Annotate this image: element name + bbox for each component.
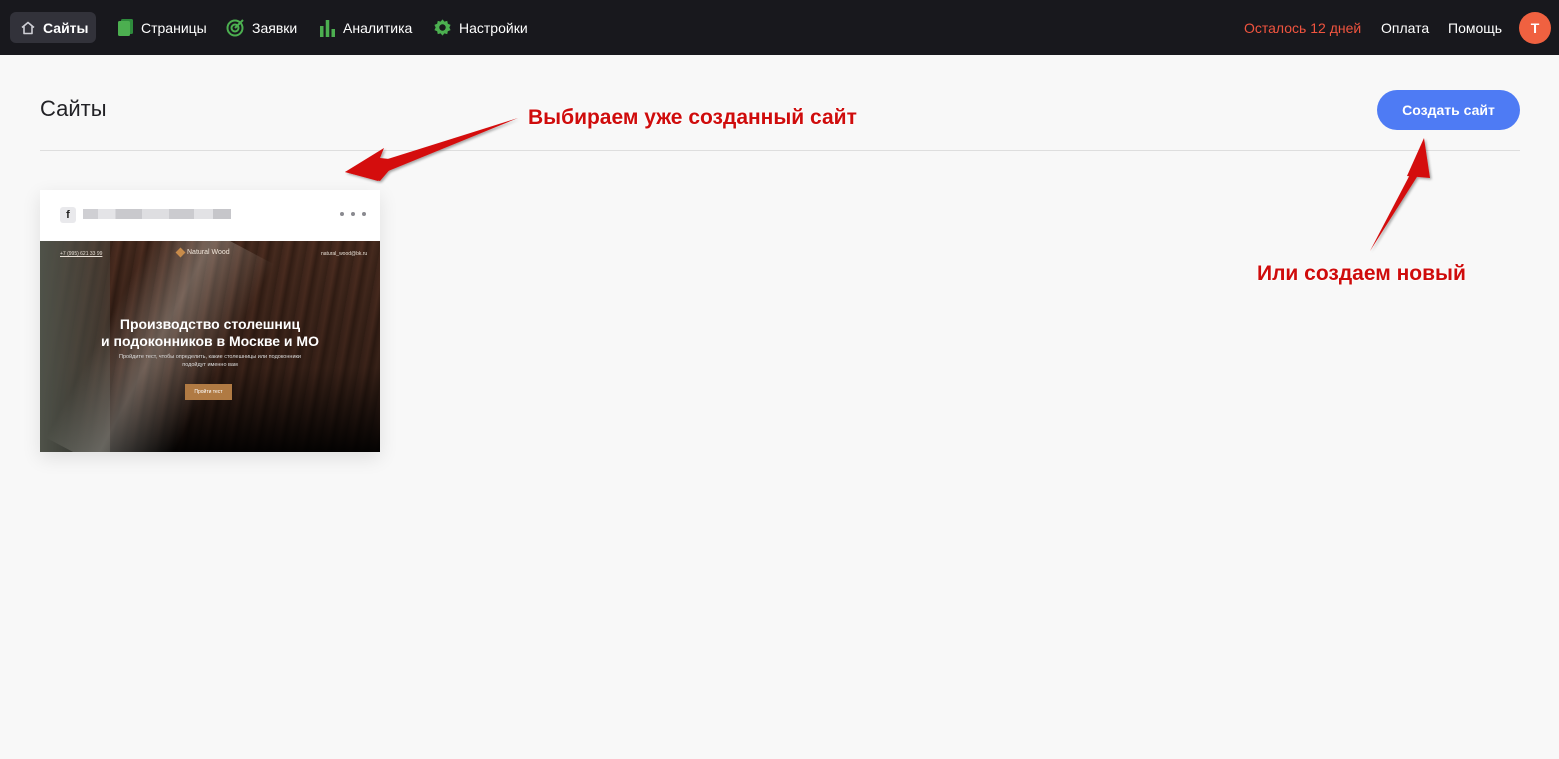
site-preview-thumbnail[interactable]: +7 (995) 621 33 99 Natural Wood natural_… [40, 241, 380, 452]
nav-item-label: Страницы [141, 19, 207, 36]
preview-phone: +7 (995) 621 33 99 [60, 251, 103, 257]
pages-icon [117, 18, 134, 37]
gear-icon [433, 18, 452, 37]
nav-item-label: Аналитика [343, 19, 413, 36]
preview-cta-button: Пройти тест [185, 384, 232, 400]
nav-item-label: Сайты [43, 19, 89, 36]
page-title: Сайты [40, 96, 107, 121]
home-icon [20, 20, 36, 36]
payment-link[interactable]: Оплата [1381, 20, 1429, 36]
header-divider [40, 150, 1520, 151]
site-card-header: f [40, 190, 380, 241]
user-avatar[interactable]: T [1519, 12, 1551, 44]
create-site-button[interactable]: Создать сайт [1377, 90, 1520, 130]
preview-subtitle: Пройдите тест, чтобы определить, какие с… [119, 354, 301, 368]
top-nav-bar: Сайты Страницы Заявки Аналитика Настройк… [0, 0, 1559, 55]
preview-title: Производство столешниц и подоконников в … [101, 316, 319, 349]
nav-item-label: Заявки [252, 19, 298, 36]
annotation-create-new: Или создаем новый [1257, 262, 1466, 285]
nav-item-settings[interactable]: Настройки [433, 12, 528, 43]
arrow-to-create-button [1370, 138, 1430, 251]
nav-item-sites[interactable]: Сайты [10, 12, 96, 43]
nav-item-pages[interactable]: Страницы [117, 12, 207, 43]
nav-item-label: Настройки [459, 19, 528, 36]
preview-logo: Natural Wood [175, 247, 230, 258]
site-card[interactable]: f +7 (995) 621 33 99 Natural Wood natura… [40, 190, 380, 452]
logo-icon [175, 247, 186, 258]
bar-chart-icon [319, 19, 336, 37]
more-options-icon[interactable] [340, 206, 366, 222]
target-icon [226, 18, 245, 37]
trial-remaining-link[interactable]: Осталось 12 дней [1244, 20, 1361, 36]
site-url-blurred [83, 209, 231, 219]
nav-item-analytics[interactable]: Аналитика [319, 12, 412, 43]
nav-item-requests[interactable]: Заявки [226, 12, 297, 43]
facebook-icon: f [60, 207, 76, 223]
annotation-select-existing: Выбираем уже созданный сайт [528, 106, 857, 129]
help-link[interactable]: Помощь [1448, 20, 1502, 36]
preview-email: natural_wood@bk.ru [321, 251, 368, 257]
